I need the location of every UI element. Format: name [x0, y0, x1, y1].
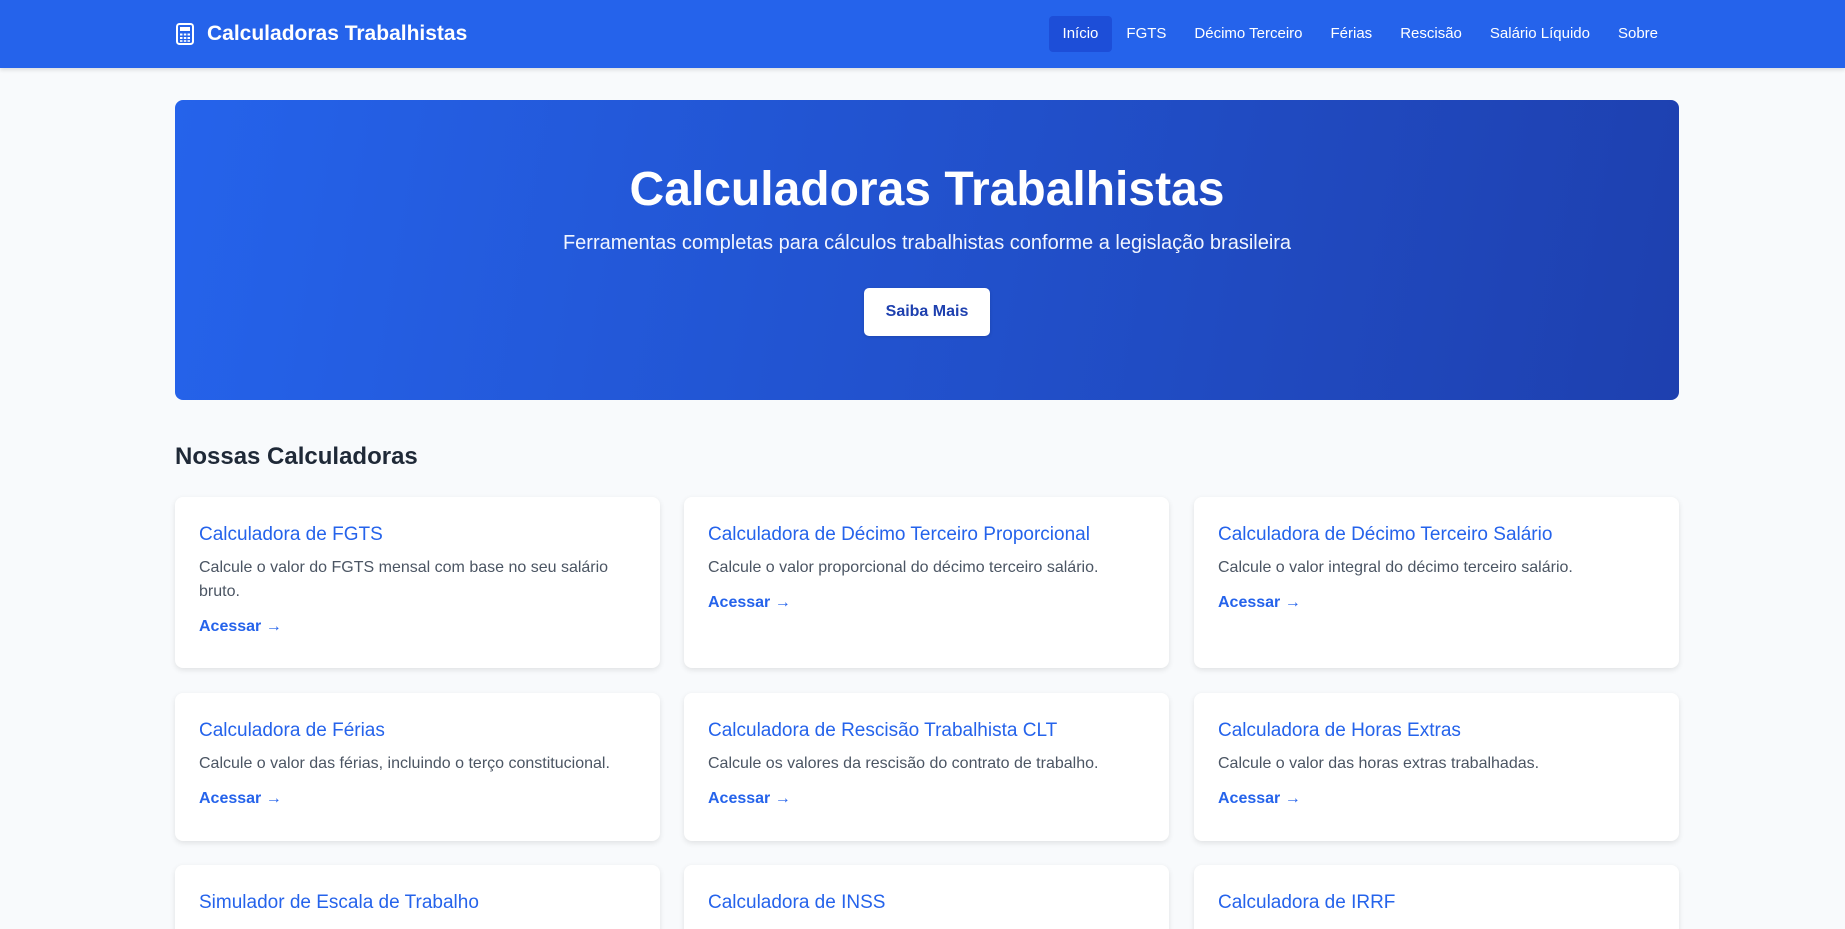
card-access-link[interactable]: Acessar → [708, 593, 791, 613]
card-description: Calcule o valor das férias, incluindo o … [199, 755, 610, 772]
nav-link-sobre[interactable]: Sobre [1604, 16, 1672, 52]
card-access-link[interactable]: Acessar → [708, 789, 791, 809]
brand-name: Calculadoras Trabalhistas [207, 22, 468, 45]
card-horas-extras: Calculadora de Horas Extras Calcule o va… [1194, 693, 1679, 841]
card-title[interactable]: Calculadora de Décimo Terceiro Salário [1218, 523, 1655, 547]
card-title[interactable]: Simulador de Escala de Trabalho [199, 891, 636, 915]
nav-link-ferias[interactable]: Férias [1317, 16, 1387, 52]
calculator-icon [175, 23, 197, 45]
card-access-link[interactable]: Acessar → [199, 617, 282, 637]
card-title[interactable]: Calculadora de FGTS [199, 523, 636, 547]
hero-subtitle: Ferramentas completas para cálculos trab… [562, 232, 1292, 254]
nav-link-fgts[interactable]: FGTS [1112, 16, 1180, 52]
card-decimo-terceiro-proporcional: Calculadora de Décimo Terceiro Proporcio… [684, 497, 1169, 668]
card-ferias: Calculadora de Férias Calcule o valor da… [175, 693, 660, 841]
nav-links: Início FGTS Décimo Terceiro Férias Resci… [1048, 16, 1672, 52]
card-irrf: Calculadora de IRRF [1194, 865, 1679, 929]
nav-link-decimo-terceiro[interactable]: Décimo Terceiro [1180, 16, 1316, 52]
card-inss: Calculadora de INSS [684, 865, 1169, 929]
card-title[interactable]: Calculadora de Rescisão Trabalhista CLT [708, 719, 1145, 743]
card-title[interactable]: Calculadora de IRRF [1218, 891, 1655, 915]
nav-link-inicio[interactable]: Início [1048, 16, 1113, 52]
nav-link-salario-liquido[interactable]: Salário Líquido [1476, 16, 1604, 52]
saiba-mais-button[interactable]: Saiba Mais [864, 288, 990, 336]
card-fgts: Calculadora de FGTS Calcule o valor do F… [175, 497, 660, 668]
card-access-link[interactable]: Acessar → [199, 789, 282, 809]
hero-title: Calculadoras Trabalhistas [629, 163, 1225, 216]
card-description: Calcule o valor do FGTS mensal com base … [199, 559, 609, 600]
card-rescisao: Calculadora de Rescisão Trabalhista CLT … [684, 693, 1169, 841]
brand-link[interactable]: Calculadoras Trabalhistas [175, 0, 467, 68]
card-access-link[interactable]: Acessar → [1218, 593, 1301, 613]
nav-link-rescisao[interactable]: Rescisão [1386, 16, 1476, 52]
section-title: Nossas Calculadoras [175, 443, 418, 470]
card-decimo-terceiro-salario: Calculadora de Décimo Terceiro Salário C… [1194, 497, 1679, 668]
card-description: Calcule o valor integral do décimo terce… [1218, 559, 1573, 576]
card-title[interactable]: Calculadora de INSS [708, 891, 1145, 915]
card-title[interactable]: Calculadora de Férias [199, 719, 636, 743]
card-description: Calcule os valores da rescisão do contra… [708, 755, 1099, 772]
card-escala-trabalho: Simulador de Escala de Trabalho [175, 865, 660, 929]
card-title[interactable]: Calculadora de Horas Extras [1218, 719, 1655, 743]
card-description: Calcule o valor das horas extras trabalh… [1218, 755, 1540, 772]
hero-banner: Calculadoras Trabalhistas Ferramentas co… [175, 100, 1679, 400]
card-access-link[interactable]: Acessar → [1218, 789, 1301, 809]
navbar: Calculadoras Trabalhistas Início FGTS Dé… [0, 0, 1845, 68]
card-title[interactable]: Calculadora de Décimo Terceiro Proporcio… [708, 523, 1145, 547]
card-description: Calcule o valor proporcional do décimo t… [708, 559, 1099, 576]
